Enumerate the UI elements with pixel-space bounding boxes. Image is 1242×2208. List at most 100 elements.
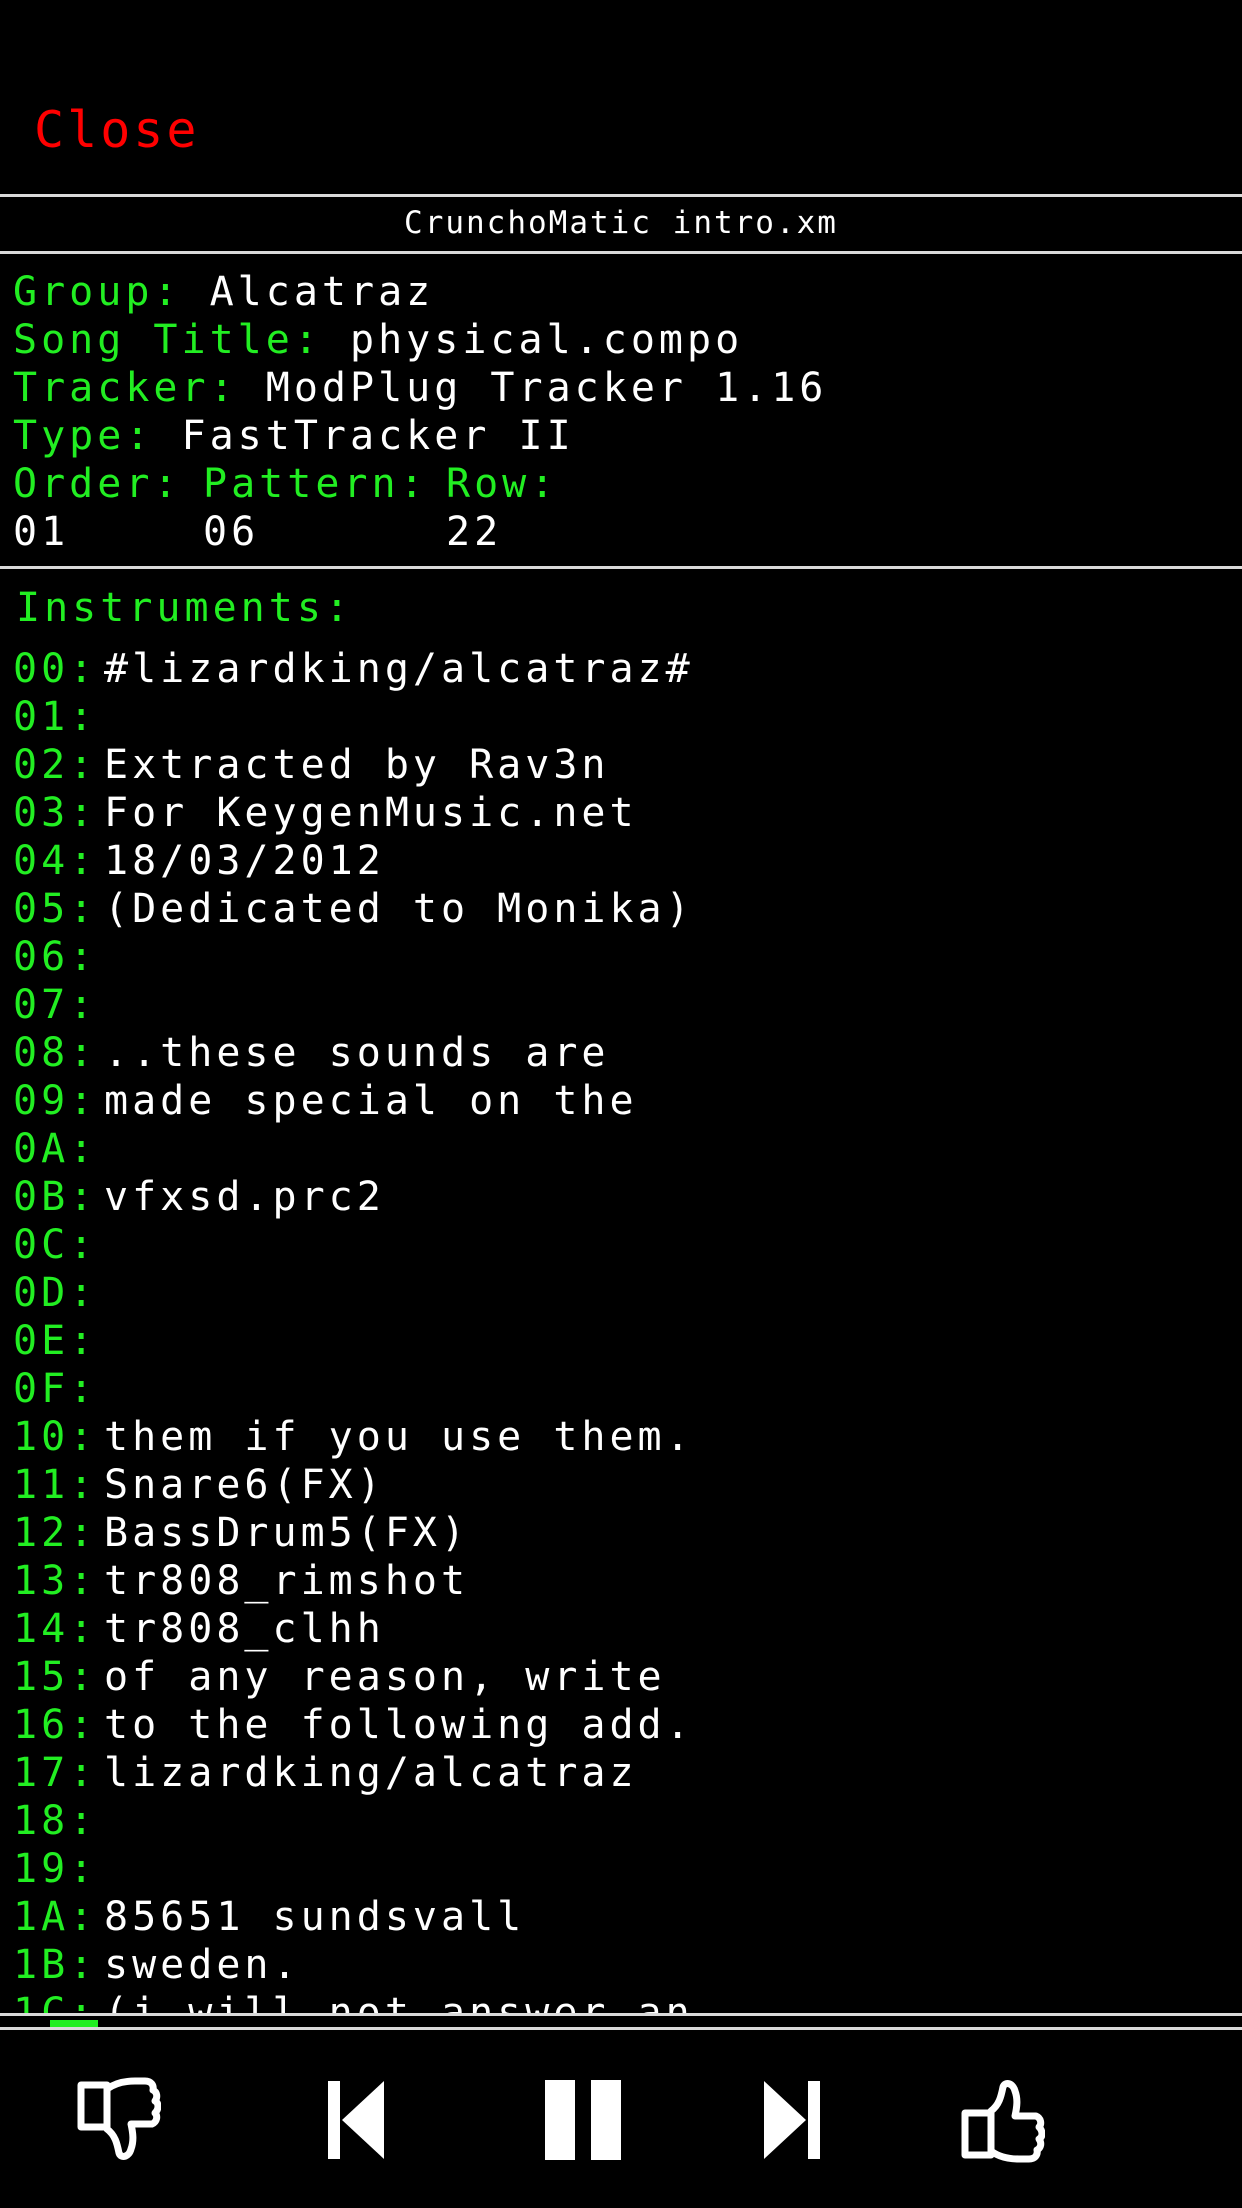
instrument-name: lizardking/alcatraz: [104, 1750, 638, 1796]
instrument-row: 1B: sweden.: [13, 1941, 1242, 1989]
instrument-row: 16: to the following add.: [13, 1701, 1242, 1749]
instrument-index: 1A:: [13, 1894, 98, 1940]
instrument-list[interactable]: 00: #lizardking/alcatraz# 01: 02: Extracted …: [13, 645, 1242, 2013]
instrument-name: Snare6(FX): [104, 1462, 385, 1508]
pause-button[interactable]: [523, 2060, 643, 2180]
previous-track-icon: [328, 2081, 384, 2159]
instrument-index: 14:: [13, 1606, 98, 1652]
instrument-name: tr808_rimshot: [104, 1558, 470, 1604]
tracker-label: Tracker:: [13, 365, 238, 411]
type-label: Type:: [13, 413, 154, 459]
instrument-index: 0B:: [13, 1174, 98, 1220]
instrument-row: 08: ..these sounds are: [13, 1029, 1242, 1077]
instrument-index: 19:: [13, 1846, 98, 1892]
instrument-row: 14: tr808_clhh: [13, 1605, 1242, 1653]
instrument-index: 06:: [13, 934, 98, 980]
song-info-panel: Group: Alcatraz Song Title: physical.com…: [13, 268, 827, 556]
instrument-row: 13: tr808_rimshot: [13, 1557, 1242, 1605]
instrument-index: 1B:: [13, 1942, 98, 1988]
row-value: 22: [446, 509, 503, 555]
type-value: FastTracker II: [181, 413, 575, 459]
song-title-value: physical.compo: [350, 317, 744, 363]
instrument-index: 04:: [13, 838, 98, 884]
instrument-row: 04: 18/03/2012: [13, 837, 1242, 885]
tracker-row: Tracker: ModPlug Tracker 1.16: [13, 364, 827, 412]
instrument-index: 08:: [13, 1030, 98, 1076]
instrument-name: (Dedicated to Monika): [104, 886, 694, 932]
position-values-row: 01 06 22: [13, 508, 827, 556]
instrument-name: of any reason, write: [104, 1654, 666, 1700]
song-title-label: Song Title:: [13, 317, 322, 363]
instrument-row: 0F:: [13, 1365, 1242, 1413]
instrument-row: 06:: [13, 933, 1242, 981]
instrument-name: them if you use them.: [104, 1414, 694, 1460]
instrument-index: 07:: [13, 982, 98, 1028]
instrument-row: 18:: [13, 1797, 1242, 1845]
thumbs-up-icon: [961, 2080, 1045, 2163]
instrument-row: 0C:: [13, 1221, 1242, 1269]
instrument-index: 05:: [13, 886, 98, 932]
instrument-row: 05: (Dedicated to Monika): [13, 885, 1242, 933]
instrument-index: 10:: [13, 1414, 98, 1460]
instrument-index: 09:: [13, 1078, 98, 1124]
thumbs-down-button[interactable]: [58, 2060, 178, 2180]
row-label: Row:: [446, 461, 559, 507]
instrument-name: tr808_clhh: [104, 1606, 385, 1652]
instrument-row: 19:: [13, 1845, 1242, 1893]
group-value: Alcatraz: [209, 269, 435, 315]
instrument-index: 1C:: [13, 1990, 98, 2013]
instrument-row: 0D:: [13, 1269, 1242, 1317]
pattern-value: 06: [203, 509, 260, 555]
instrument-row: 11: Snare6(FX): [13, 1461, 1242, 1509]
position-labels-row: Order: Pattern: Row:: [13, 460, 827, 508]
instrument-index: 03:: [13, 790, 98, 836]
close-button[interactable]: Close: [34, 100, 200, 160]
next-track-button[interactable]: [732, 2060, 852, 2180]
instrument-index: 0C:: [13, 1222, 98, 1268]
instrument-row: 17: lizardking/alcatraz: [13, 1749, 1242, 1797]
instrument-row: 02: Extracted by Rav3n: [13, 741, 1242, 789]
info-divider: [0, 566, 1242, 569]
instrument-row: 09: made special on the: [13, 1077, 1242, 1125]
instrument-row: 03: For KeygenMusic.net: [13, 789, 1242, 837]
next-track-icon: [764, 2081, 820, 2159]
instrument-name: Extracted by Rav3n: [104, 742, 610, 788]
instrument-index: 02:: [13, 742, 98, 788]
instrument-name: to the following add.: [104, 1702, 694, 1748]
instrument-row: 07:: [13, 981, 1242, 1029]
instrument-index: 18:: [13, 1798, 98, 1844]
instrument-index: 15:: [13, 1654, 98, 1700]
header-divider-bottom: [0, 251, 1242, 254]
instrument-index: 16:: [13, 1702, 98, 1748]
instrument-name: For KeygenMusic.net: [104, 790, 638, 836]
instrument-row: 15: of any reason, write: [13, 1653, 1242, 1701]
group-label: Group:: [13, 269, 182, 315]
pattern-label: Pattern:: [203, 461, 428, 507]
order-value: 01: [13, 509, 70, 555]
instrument-index: 13:: [13, 1558, 98, 1604]
instrument-index: 17:: [13, 1750, 98, 1796]
instrument-row: 1A: 85651 sundsvall: [13, 1893, 1242, 1941]
instrument-name: ..these sounds are: [104, 1030, 610, 1076]
instrument-index: 0D:: [13, 1270, 98, 1316]
instrument-index: 12:: [13, 1510, 98, 1556]
instrument-name: BassDrum5(FX): [104, 1510, 470, 1556]
instrument-name: (i will not answer an: [104, 1990, 694, 2013]
tracker-value: ModPlug Tracker 1.16: [265, 365, 828, 411]
instrument-name: sweden.: [104, 1942, 301, 1988]
instrument-index: 0F:: [13, 1366, 98, 1412]
instrument-index: 00:: [13, 646, 98, 692]
instrument-index: 11:: [13, 1462, 98, 1508]
instrument-index: 01:: [13, 694, 98, 740]
file-title: CrunchoMatic intro.xm: [404, 205, 838, 241]
instrument-row: 01:: [13, 693, 1242, 741]
instrument-index: 0A:: [13, 1126, 98, 1172]
thumbs-up-button[interactable]: [942, 2060, 1062, 2180]
instrument-row: 10: them if you use them.: [13, 1413, 1242, 1461]
instrument-row: 0A:: [13, 1125, 1242, 1173]
instrument-name: 85651 sundsvall: [104, 1894, 526, 1940]
thumbs-down-icon: [77, 2077, 161, 2160]
instrument-row: 0E:: [13, 1317, 1242, 1365]
group-row: Group: Alcatraz: [13, 268, 827, 316]
previous-track-button[interactable]: [296, 2060, 416, 2180]
